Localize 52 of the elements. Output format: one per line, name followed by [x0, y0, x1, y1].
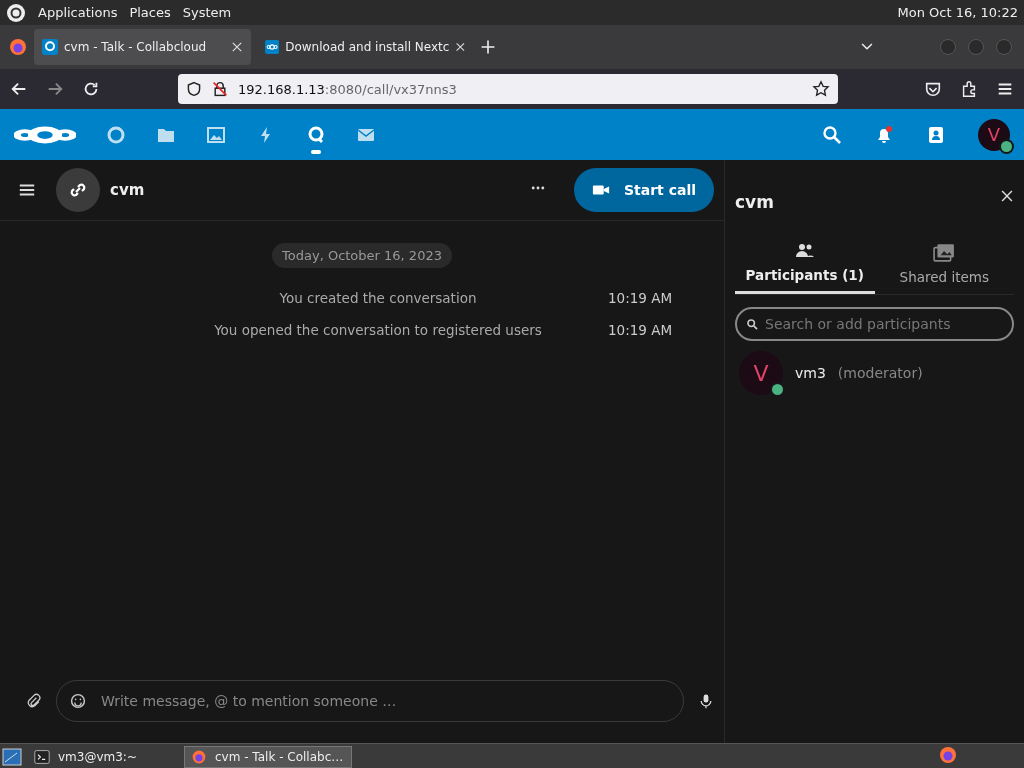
sidebar-tab[interactable]: Shared items — [874, 240, 1014, 294]
participant-name: vm3 — [795, 365, 826, 381]
participant-avatar: V — [739, 351, 783, 395]
nextcloud-logo-icon — [265, 39, 280, 55]
back-icon[interactable] — [10, 80, 28, 98]
conversation-title: cvm — [110, 181, 145, 199]
start-call-button[interactable]: Start call — [573, 168, 714, 212]
chat-bubble-icon — [42, 39, 58, 55]
search-icon[interactable] — [822, 124, 842, 145]
firefox-icon[interactable] — [8, 37, 28, 57]
plus-icon[interactable] — [480, 39, 496, 55]
panel-menu[interactable]: Applications — [38, 5, 118, 20]
pocket-icon[interactable] — [924, 80, 942, 98]
message-time: 10:19 AM — [608, 322, 673, 338]
reload-icon[interactable] — [82, 80, 100, 98]
system-message: You opened the conversation to registered users — [214, 322, 542, 338]
forward-icon[interactable] — [46, 80, 64, 98]
emoji-icon[interactable] — [70, 693, 86, 709]
browser-tab[interactable]: cvm - Talk - Collabcloud — [34, 29, 251, 65]
star-icon[interactable] — [812, 80, 830, 98]
panel-menu[interactable]: System — [182, 5, 232, 20]
sidebar-title: cvm — [735, 192, 774, 212]
firefox-icon[interactable] — [938, 744, 958, 765]
browser-tab[interactable]: Download and install Nextc — [257, 29, 474, 65]
participant-role: (moderator) — [837, 365, 923, 381]
message-time: 10:19 AM — [608, 290, 673, 306]
sidebar-tab[interactable]: Participants (1) — [735, 240, 875, 294]
system-message: You created the conversation — [279, 290, 477, 306]
address-bar[interactable]: 192.168.1.13:8080/call/vx37nns3 — [178, 74, 838, 104]
paperclip-icon[interactable] — [26, 693, 42, 709]
terminal-icon — [34, 748, 50, 765]
close-icon[interactable] — [455, 41, 466, 53]
panel-menu[interactable]: Places — [129, 5, 171, 20]
taskbar-item[interactable]: vm3@vm3:~ — [28, 745, 178, 768]
shield-icon — [186, 81, 202, 97]
insecure-lock-icon — [212, 81, 228, 97]
show-desktop-icon[interactable] — [2, 746, 22, 767]
participant-search-field[interactable]: Search or add participants — [735, 307, 1014, 341]
microphone-icon[interactable] — [698, 693, 714, 709]
message-field[interactable]: Write message, @ to mention someone … — [56, 680, 684, 722]
firefox-icon — [191, 748, 207, 765]
taskbar-item[interactable]: cvm - Talk - Collabc… — [184, 745, 352, 768]
puzzle-icon[interactable] — [960, 80, 978, 98]
online-status-icon — [999, 138, 1014, 154]
clock: Mon Oct 16, 10:22 — [897, 5, 1018, 20]
close-icon[interactable] — [231, 41, 243, 53]
chat-bubble-icon[interactable] — [306, 124, 326, 155]
date-separator: Today, October 16, 2023 — [272, 243, 452, 268]
search-icon — [746, 318, 759, 331]
contacts-icon[interactable] — [926, 124, 946, 145]
close-icon[interactable] — [1000, 189, 1014, 203]
media-icon — [933, 241, 956, 263]
